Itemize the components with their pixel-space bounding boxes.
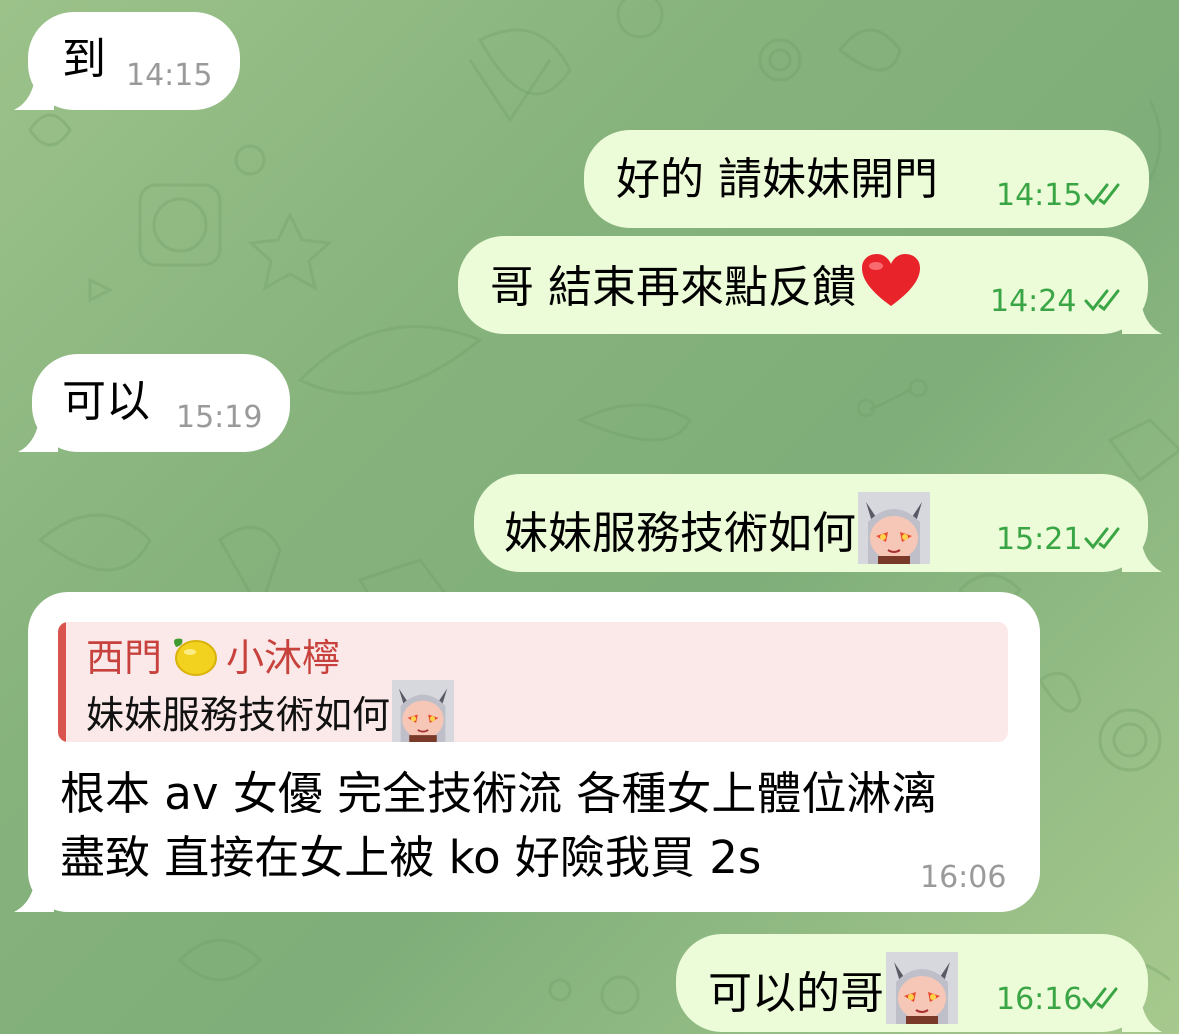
- message-bubble-outgoing[interactable]: 可以的哥 16:16: [676, 934, 1162, 1032]
- message-bubble-outgoing[interactable]: 妹妹服務技術如何 15:21: [474, 474, 1162, 572]
- message-time: 14:24: [990, 284, 1077, 319]
- reply-sender-name-part2: 小沐檸: [226, 636, 341, 680]
- reply-sender-name-part1: 西門: [86, 636, 163, 680]
- red-heart-icon: [862, 254, 920, 306]
- reply-quoted-text: 妹妹服務技術如何: [86, 680, 455, 742]
- message-time: 14:15: [996, 178, 1083, 213]
- bubble-tail: [14, 70, 54, 110]
- message-time: 16:16: [996, 982, 1083, 1017]
- message-bubble-incoming[interactable]: 可以 15:19: [18, 354, 290, 452]
- message-text: 到: [62, 34, 106, 85]
- message-text: 妹妹服務技術如何: [504, 492, 930, 564]
- lemon-icon: [174, 638, 218, 676]
- read-checkmarks-icon: [1082, 987, 1118, 1010]
- demon-girl-sticker-icon: [858, 492, 930, 564]
- message-time: 15:19: [176, 400, 263, 435]
- message-text-line: 根本 av 女優 完全技術流 各種女上體位淋漓: [60, 767, 937, 820]
- message-text: 可以的哥: [708, 952, 958, 1024]
- message-bubble-outgoing[interactable]: 哥 結束再來點反饋 14:24: [458, 236, 1162, 334]
- message-text-content: 可以的哥: [708, 968, 884, 1019]
- message-bubble-outgoing[interactable]: 好的 請妹妹開門 14:15: [584, 130, 1149, 228]
- message-time: 16:06: [920, 860, 1007, 895]
- message-bubble-incoming-reply[interactable]: 西門 小沐檸 妹妹服務技術如何 根本 av 女優 完全技術流 各種女上體位淋漓 …: [14, 592, 1040, 912]
- message-text: 好的 請妹妹開門: [616, 154, 938, 205]
- message-text: 可以: [62, 376, 150, 427]
- message-text: 哥 結束再來點反饋: [490, 252, 922, 318]
- reply-sender-name: 西門 小沐檸: [86, 632, 340, 684]
- read-checkmarks-icon: [1084, 527, 1120, 550]
- demon-girl-sticker-icon: [886, 952, 958, 1024]
- bubble-tail: [14, 872, 54, 912]
- message-text-content: 哥 結束再來點反饋: [490, 262, 856, 313]
- read-checkmarks-icon: [1084, 183, 1120, 206]
- reply-quote[interactable]: 西門 小沐檸 妹妹服務技術如何: [58, 622, 1008, 742]
- reply-quoted-text-content: 妹妹服務技術如何: [86, 693, 391, 737]
- message-time: 15:21: [996, 522, 1083, 557]
- message-text-line: 盡致 直接在女上被 ko 好險我買 2s: [60, 831, 762, 884]
- message-time: 14:15: [126, 58, 213, 93]
- message-text-content: 妹妹服務技術如何: [504, 508, 856, 559]
- message-bubble-incoming[interactable]: 到 14:15: [14, 12, 240, 110]
- demon-girl-sticker-icon: [392, 680, 455, 742]
- bubble-tail: [18, 412, 58, 452]
- bubble-tail: [1122, 992, 1162, 1032]
- reply-quote-accent-bar: [58, 622, 66, 742]
- read-checkmarks-icon: [1084, 289, 1120, 312]
